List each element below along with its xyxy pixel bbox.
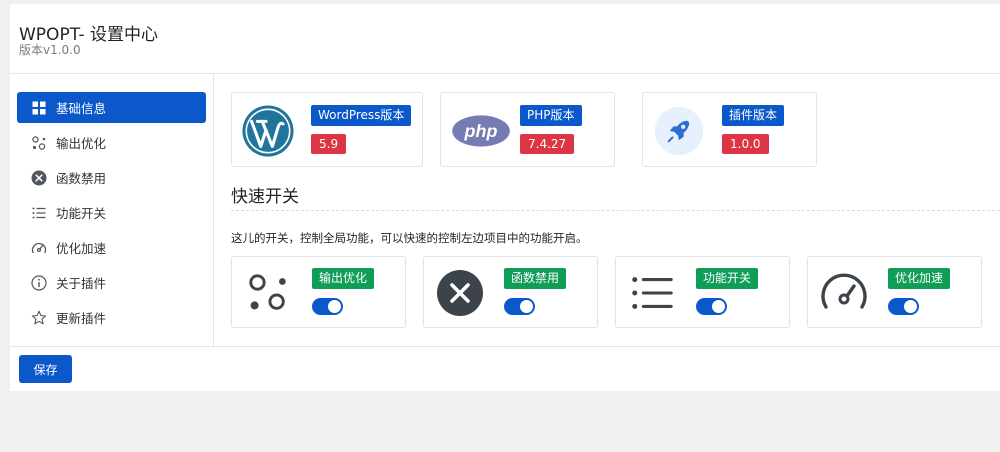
plugin-version-value: 1.0.0 xyxy=(722,134,769,154)
function-disable-toggle[interactable] xyxy=(504,298,535,315)
output-optimize-toggle[interactable] xyxy=(312,298,343,315)
switch-label: 输出优化 xyxy=(312,268,375,289)
bubbles-icon xyxy=(31,135,47,151)
main-content: WordPress版本 5.9 php PHP版本 7.4.27 插件版本 1.… xyxy=(215,74,1000,346)
x-circle-icon xyxy=(31,170,47,186)
php-version-label: PHP版本 xyxy=(520,105,582,126)
svg-text:php: php xyxy=(464,121,498,141)
section-description: 这儿的开关，控制全局功能，可以快速的控制左边项目中的功能开启。 xyxy=(231,231,588,245)
info-icon xyxy=(31,274,47,291)
switch-card-speed-optimize: 优化加速 xyxy=(807,256,982,328)
page-header: WPOPT- 设置中心 版本v1.0.0 xyxy=(10,4,1000,74)
wordpress-version-label: WordPress版本 xyxy=(311,105,412,126)
sidebar-item-label: 函数禁用 xyxy=(56,171,107,186)
version-card-php: php PHP版本 7.4.27 xyxy=(440,92,615,167)
section-divider xyxy=(231,210,1000,211)
save-button[interactable]: 保存 xyxy=(19,355,72,383)
sidebar-item-label: 关于插件 xyxy=(56,276,107,291)
switch-card-output-optimize: 输出优化 xyxy=(231,256,406,328)
wordpress-icon xyxy=(240,103,296,159)
version-card-wordpress: WordPress版本 5.9 xyxy=(231,92,423,167)
switch-card-feature-switch: 功能开关 xyxy=(615,256,790,328)
sidebar-item-label: 功能开关 xyxy=(56,206,107,221)
settings-panel: WPOPT- 设置中心 版本v1.0.0 基础信息 输出优化 函数禁用 功能开关… xyxy=(10,4,1000,391)
sidebar-item-label: 基础信息 xyxy=(56,101,107,116)
sidebar-item-output-optimize[interactable]: 输出优化 xyxy=(17,127,206,158)
sidebar-item-about[interactable]: 关于插件 xyxy=(17,267,206,298)
version-text: 版本v1.0.0 xyxy=(19,43,81,57)
toggle-knob xyxy=(328,300,341,313)
section-title: 快速开关 xyxy=(231,187,299,207)
wordpress-version-value: 5.9 xyxy=(311,134,347,154)
switch-label: 函数禁用 xyxy=(504,268,567,289)
feature-switch-toggle[interactable] xyxy=(696,298,727,315)
switch-label: 功能开关 xyxy=(696,268,759,289)
bubbles-icon xyxy=(242,267,294,319)
x-circle-icon xyxy=(434,267,486,319)
speedometer-icon xyxy=(818,267,870,319)
sidebar-item-function-disable[interactable]: 函数禁用 xyxy=(17,162,206,193)
switch-card-function-disable: 函数禁用 xyxy=(423,256,598,328)
sidebar-item-label: 优化加速 xyxy=(56,241,107,256)
sidebar-item-update[interactable]: 更新插件 xyxy=(17,302,206,333)
toggle-knob xyxy=(712,300,725,313)
grid-icon xyxy=(31,100,47,116)
sidebar-item-basic-info[interactable]: 基础信息 xyxy=(17,92,206,123)
php-version-value: 7.4.27 xyxy=(520,134,575,154)
version-card-plugin: 插件版本 1.0.0 xyxy=(642,92,817,167)
rocket-icon xyxy=(651,103,707,159)
speedometer-icon xyxy=(31,240,47,256)
toggle-knob xyxy=(904,300,917,313)
star-icon xyxy=(31,310,47,326)
sidebar: 基础信息 输出优化 函数禁用 功能开关 优化加速 关于插件 更新插件 xyxy=(10,74,214,346)
php-icon: php xyxy=(449,103,513,159)
sidebar-item-feature-switch[interactable]: 功能开关 xyxy=(17,197,206,228)
plugin-version-label: 插件版本 xyxy=(722,105,785,126)
list-icon xyxy=(31,205,47,221)
toggle-knob xyxy=(520,300,533,313)
speed-optimize-toggle[interactable] xyxy=(888,298,919,315)
sidebar-item-label: 输出优化 xyxy=(56,136,107,151)
switch-label: 优化加速 xyxy=(888,268,951,289)
sidebar-item-speed-optimize[interactable]: 优化加速 xyxy=(17,232,206,263)
list-icon xyxy=(626,267,678,319)
sidebar-item-label: 更新插件 xyxy=(56,311,107,326)
footer-bar: 保存 xyxy=(10,346,1000,391)
